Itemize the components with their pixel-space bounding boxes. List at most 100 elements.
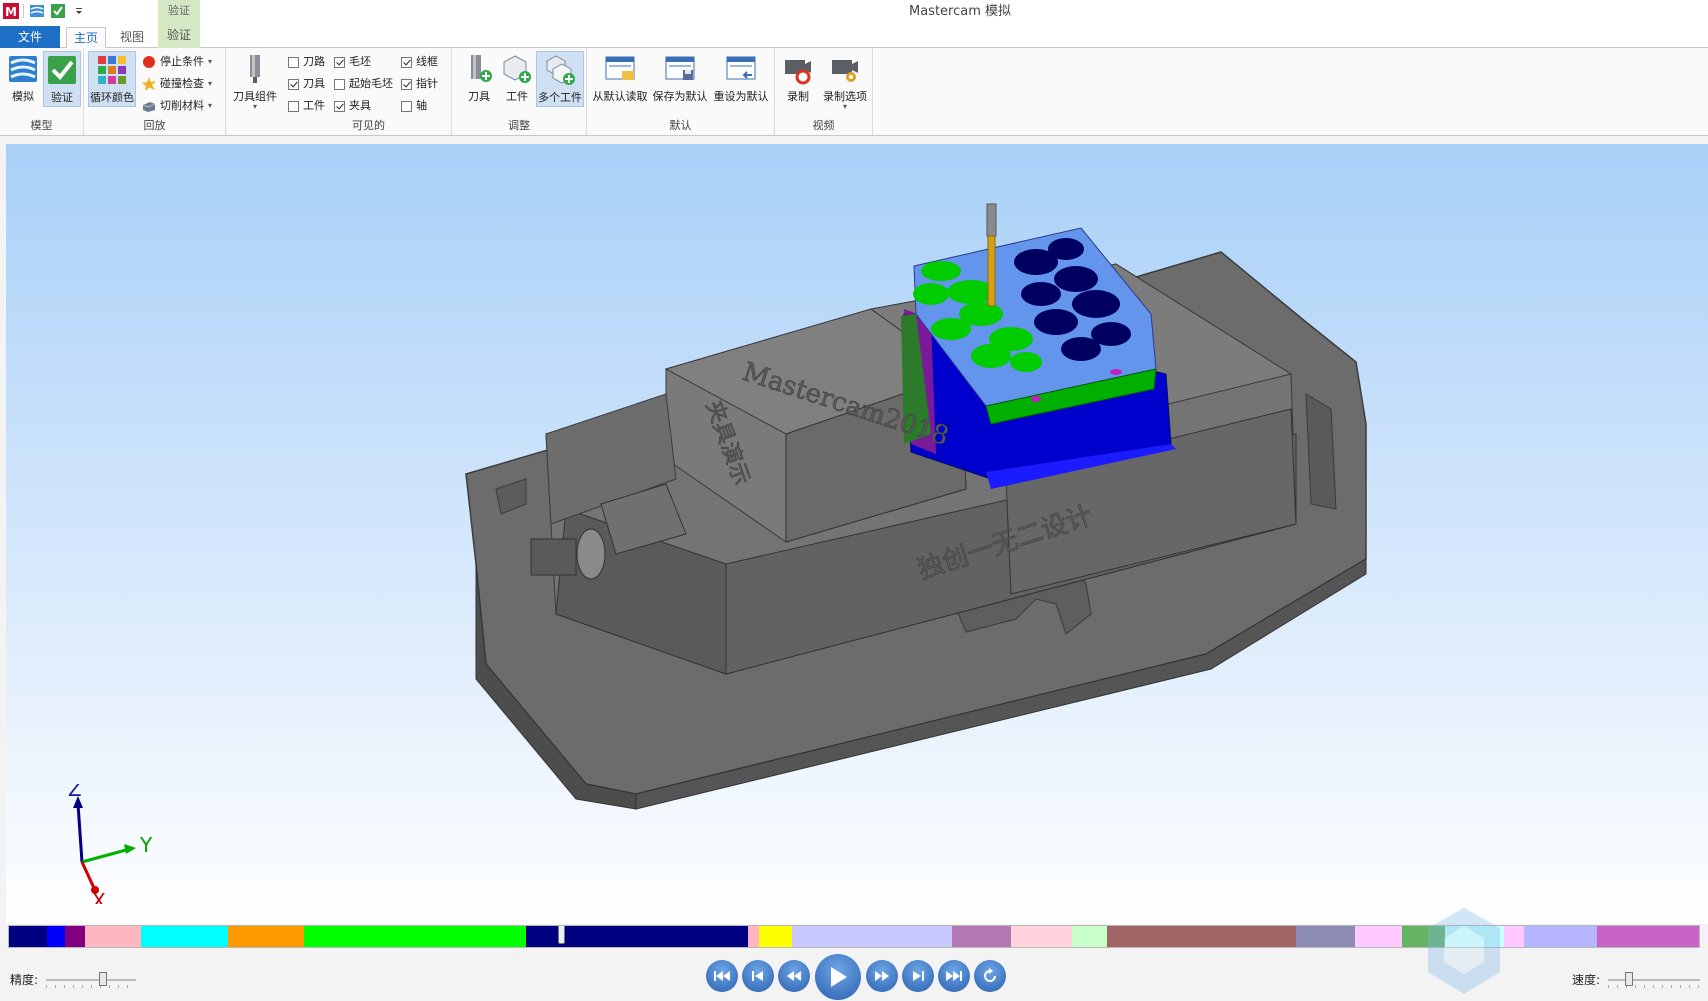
- tab-home[interactable]: 主页: [66, 27, 106, 48]
- checkbox-toolpath[interactable]: 刀路: [288, 53, 325, 71]
- slider-track: [1608, 979, 1700, 981]
- checkbox-box: [288, 78, 299, 90]
- tool-assembly-button[interactable]: 刀具组件 ▾: [230, 51, 280, 111]
- checkbox-tool[interactable]: 刀具: [288, 75, 325, 93]
- multi-workpiece-button[interactable]: 多个工件: [536, 51, 584, 107]
- group-label-model: 模型: [30, 119, 53, 132]
- timeline-segment: [951, 926, 1011, 947]
- checkbox-pointer[interactable]: 指针: [401, 75, 438, 93]
- checkbox-box: [401, 100, 412, 112]
- timeline-segment: [1523, 926, 1597, 947]
- timeline-playhead[interactable]: [558, 926, 566, 944]
- verify-button[interactable]: 验证: [43, 51, 81, 107]
- load-default-button[interactable]: 从默认读取: [591, 51, 649, 107]
- checkbox-stock[interactable]: 毛坯: [334, 53, 371, 71]
- checkbox-box: [334, 56, 345, 68]
- window-title: Mastercam 模拟: [0, 0, 1708, 24]
- svg-text:M: M: [5, 5, 17, 19]
- checkbox-label: 刀路: [303, 55, 325, 68]
- record-button[interactable]: 录制: [779, 51, 817, 107]
- group-label-adjust: 调整: [508, 119, 530, 132]
- checkbox-box: [334, 100, 345, 112]
- speed-slider[interactable]: [1608, 972, 1700, 988]
- loop-button[interactable]: [974, 960, 1006, 992]
- chevron-down-icon: ▾: [252, 102, 257, 111]
- x-axis-label: X: [92, 889, 106, 904]
- divider: [23, 3, 24, 18]
- camera-gear-icon: [832, 60, 858, 82]
- checkbox-label: 毛坯: [349, 55, 371, 68]
- cycle-colors-label: 循环颜色: [90, 91, 134, 104]
- timeline-segment: [747, 926, 760, 947]
- multi-workpiece-icon: [546, 55, 575, 85]
- step-back-button[interactable]: [742, 960, 774, 992]
- quick-access-toolbar: M: [2, 2, 87, 19]
- timeline-segment: [84, 926, 141, 947]
- checkbox-box: [334, 78, 345, 90]
- rewind-button[interactable]: [778, 960, 810, 992]
- cut-stock-button[interactable]: 切削材料 ▾: [142, 96, 212, 116]
- simulate-button[interactable]: 模拟: [4, 51, 42, 107]
- timeline-segment: [1010, 926, 1073, 947]
- collision-burst-icon: [142, 77, 156, 91]
- go-to-start-button[interactable]: [706, 960, 738, 992]
- verify-icon[interactable]: [49, 2, 66, 19]
- checkbox-box: [401, 56, 412, 68]
- mastercam-logo-icon[interactable]: M: [2, 2, 19, 19]
- timeline-segment: [1296, 926, 1356, 947]
- timeline-segment: [1596, 926, 1699, 947]
- group-label-defaults: 默认: [669, 119, 692, 132]
- checkbox-initial-stock[interactable]: 起始毛坯: [334, 75, 393, 93]
- collision-check-button[interactable]: 碰撞检查 ▾: [142, 74, 212, 94]
- timeline-segment: [303, 926, 526, 947]
- precision-slider[interactable]: [46, 972, 136, 988]
- context-tab-group: 验证 验证: [158, 0, 200, 48]
- ribbon: 模拟 验证 模型 循环颜色 停止条件 ▾ 碰撞检查 ▾ 切削材料 ▾ 回放 刀具…: [0, 48, 1708, 136]
- checkbox-label: 夹具: [349, 99, 371, 112]
- adjust-tool-button[interactable]: 刀具: [460, 51, 498, 107]
- adjust-tool-label: 刀具: [468, 90, 490, 103]
- customize-dropdown-icon[interactable]: [70, 2, 87, 19]
- tool-holder-icon: [250, 55, 260, 83]
- simulate-icon[interactable]: [28, 2, 45, 19]
- checkbox-workpiece[interactable]: 工件: [288, 97, 325, 115]
- fast-forward-button[interactable]: [866, 960, 898, 992]
- play-button[interactable]: [815, 954, 861, 1000]
- go-to-end-button[interactable]: [938, 960, 970, 992]
- ribbon-group-defaults: 从默认读取 保存为默认 重设为默认 默认: [587, 48, 775, 135]
- checkbox-axis[interactable]: 轴: [401, 97, 427, 115]
- stop-icon: [143, 56, 155, 68]
- reset-default-button[interactable]: 重设为默认: [711, 51, 771, 107]
- reset-default-label: 重设为默认: [713, 90, 769, 103]
- y-axis-arrow: [124, 844, 136, 854]
- step-forward-button[interactable]: [902, 960, 934, 992]
- cut-stock-icon: [142, 102, 156, 112]
- checkbox-wireframe[interactable]: 线框: [401, 53, 438, 71]
- window-title-text: Mastercam 模拟: [908, 4, 1012, 19]
- step-forward-icon: [913, 971, 924, 981]
- chevron-down-icon: ▾: [842, 102, 847, 111]
- tab-view[interactable]: 视图: [114, 27, 150, 48]
- save-default-button[interactable]: 保存为默认: [651, 51, 709, 107]
- adjust-workpiece-button[interactable]: 工件: [498, 51, 536, 107]
- simulation-viewport[interactable]: Mastercam2018 夹具演示 独创一无二设计 Z Y X: [6, 144, 1708, 924]
- z-axis-line: [76, 803, 84, 863]
- timeline-segment: [227, 926, 304, 947]
- tab-file[interactable]: 文件: [0, 26, 60, 48]
- checkbox-label: 刀具: [303, 77, 325, 90]
- cycle-colors-button[interactable]: 循环颜色: [88, 51, 136, 107]
- speed-slider-thumb[interactable]: [1624, 972, 1633, 986]
- stop-conditions-button[interactable]: 停止条件 ▾: [142, 52, 212, 72]
- checkbox-fixture[interactable]: 夹具: [334, 97, 371, 115]
- color-grid-icon: [98, 56, 126, 84]
- precision-slider-thumb[interactable]: [99, 972, 108, 986]
- checkbox-label: 线框: [416, 55, 438, 68]
- machining-scene: Mastercam2018 夹具演示 独创一无二设计: [465, 203, 1367, 810]
- camera-record-icon: [785, 60, 811, 85]
- ribbon-tab-row: 文件 主页 视图: [0, 24, 1708, 48]
- ribbon-group-model: 模拟 验证 模型: [0, 48, 84, 135]
- record-options-button[interactable]: 录制选项 ▾: [821, 51, 869, 111]
- tab-verify[interactable]: 验证: [158, 22, 200, 48]
- y-axis-label: Y: [139, 833, 153, 857]
- save-default-icon: [665, 56, 695, 80]
